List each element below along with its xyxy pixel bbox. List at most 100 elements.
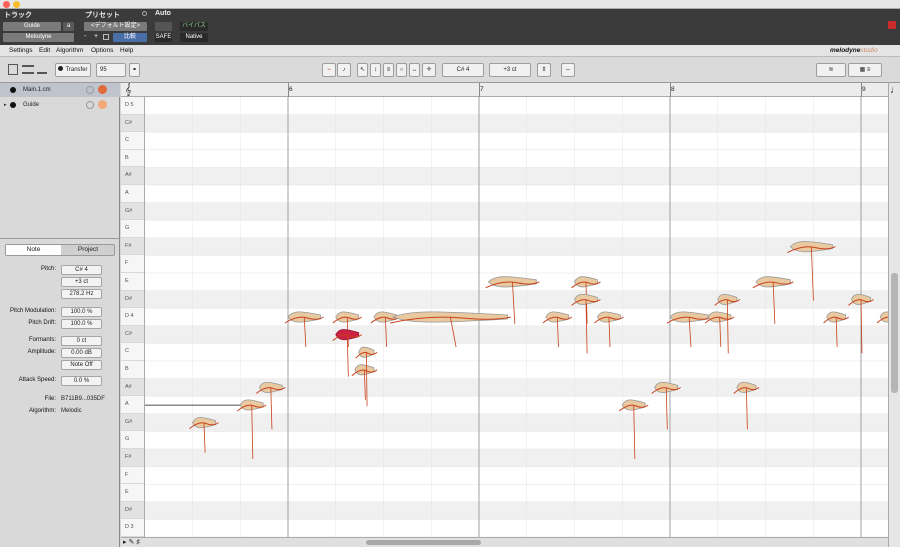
pitch-keyboard[interactable]: D 5 C# C B A# A G# G F# F E D# D 4 C# C B A# A G# G F# F E D# D … <box>121 97 145 537</box>
menu-help[interactable]: Help <box>120 47 133 54</box>
track-row[interactable]: ▸ Guide <box>0 98 120 112</box>
key-label[interactable]: A <box>121 185 144 203</box>
record-icon[interactable] <box>10 102 16 108</box>
bypass-button[interactable]: バイパス <box>180 22 208 31</box>
safe-button[interactable]: SAFE <box>155 33 172 42</box>
bar-number: 9 <box>862 86 866 93</box>
pitch-field[interactable]: C# 4 <box>61 265 102 275</box>
attack-speed-field[interactable]: 0.0 % <box>61 376 102 386</box>
timing-tool-icon[interactable]: ↔ <box>409 63 420 77</box>
key-label[interactable]: D 4 <box>121 308 144 326</box>
plugin-close-icon[interactable] <box>888 21 896 29</box>
key-label[interactable]: G <box>121 431 144 449</box>
key-label[interactable]: E <box>121 273 144 291</box>
key-label[interactable]: D 5 <box>121 97 144 115</box>
key-label[interactable]: C <box>121 343 144 361</box>
link-icon[interactable]: ⚭ <box>129 63 140 77</box>
link-icon[interactable] <box>86 86 94 94</box>
track-selector[interactable]: Guide <box>3 22 61 31</box>
horizontal-scrollbar[interactable]: ▸ ✎ ♯ <box>121 537 888 547</box>
preset-selector[interactable]: <デフォルト設定> <box>84 22 147 31</box>
key-label[interactable]: G# <box>121 413 144 432</box>
pitch-drift-field[interactable]: 100.0 % <box>61 319 102 329</box>
mixer-icon[interactable] <box>22 65 34 74</box>
scroll-thumb[interactable] <box>891 273 898 393</box>
link-icon[interactable] <box>86 101 94 109</box>
native-button[interactable]: Native <box>180 33 208 42</box>
time-grid-icon[interactable]: ⇔ <box>561 63 575 77</box>
note-off-button[interactable]: Note Off <box>61 360 102 370</box>
note-editor[interactable] <box>145 97 890 537</box>
key-label[interactable]: B <box>121 361 144 379</box>
cents-display[interactable]: +3 ct <box>489 63 531 77</box>
auto-button[interactable] <box>155 22 172 31</box>
menu-settings[interactable]: Settings <box>9 47 33 54</box>
key-label[interactable]: E <box>121 484 144 502</box>
layout-toggle-icon[interactable] <box>8 64 18 75</box>
compare-button[interactable]: 比較 <box>113 33 147 42</box>
melodyne-toolbar: Transfer 95 ⚭ ⌁ ♪ ↖ ↕ ≡ ○ ↔ ✛ C# 4 +3 ct… <box>0 57 900 83</box>
key-label[interactable]: F <box>121 255 144 273</box>
minimize-window-button[interactable] <box>13 1 20 8</box>
record-icon[interactable] <box>10 87 16 93</box>
note-tool-icon[interactable]: ♪ <box>337 63 351 77</box>
amplitude-tool-icon[interactable]: ○ <box>396 63 407 77</box>
close-window-button[interactable] <box>3 1 10 8</box>
pitch-display[interactable]: C# 4 <box>442 63 484 77</box>
edit-tools-icon[interactable]: ▸ ✎ ♯ <box>123 538 140 546</box>
key-label[interactable]: B <box>121 149 144 168</box>
tab-project[interactable]: Project <box>61 245 115 255</box>
note-editor-canvas[interactable] <box>145 97 890 537</box>
pitch-grid-icon[interactable]: ⇕ <box>537 63 551 77</box>
key-label[interactable]: D 3 <box>121 519 144 537</box>
key-label[interactable]: A <box>121 396 144 414</box>
view-options[interactable]: ▦ ≡ <box>848 63 882 77</box>
key-label[interactable]: F# <box>121 237 144 256</box>
edit-icon[interactable] <box>98 85 107 94</box>
pitch-tool-icon[interactable]: ⌁ <box>322 63 336 77</box>
menu-options[interactable]: Options <box>91 47 113 54</box>
key-label[interactable]: C# <box>121 325 144 344</box>
key-label[interactable]: A# <box>121 167 144 185</box>
key-label[interactable]: C <box>121 132 144 150</box>
vertical-scrollbar[interactable]: ♩ <box>888 83 900 547</box>
copy-icon[interactable] <box>103 34 109 40</box>
key-label[interactable]: D# <box>121 290 144 309</box>
amplitude-field[interactable]: 0.00 dB <box>61 348 102 358</box>
track-letter-button[interactable]: a <box>63 22 74 31</box>
menu-algorithm[interactable]: Algorithm <box>56 47 83 54</box>
key-label[interactable]: G# <box>121 202 144 221</box>
preset-plus-button[interactable]: + <box>94 33 98 40</box>
formant-tool-icon[interactable]: ≡ <box>383 63 394 77</box>
grid-row-sharp <box>145 237 890 256</box>
transfer-button[interactable]: Transfer <box>55 63 91 77</box>
zoom-slider[interactable]: ≋ <box>816 63 846 77</box>
preset-menu-icon[interactable] <box>142 11 147 16</box>
plugin-selector[interactable]: Melodyne <box>3 33 74 42</box>
meter-icon[interactable] <box>37 65 47 74</box>
menu-edit[interactable]: Edit <box>39 47 50 54</box>
frequency-field[interactable]: 278.2 Hz <box>61 289 102 299</box>
key-label[interactable]: F# <box>121 449 144 467</box>
tempo-field[interactable]: 95 <box>96 63 126 77</box>
scroll-thumb[interactable] <box>366 540 481 545</box>
key-label[interactable]: G <box>121 220 144 238</box>
bar-tick <box>670 83 671 97</box>
separation-tool-icon[interactable]: ✛ <box>422 63 436 77</box>
pointer-tool-icon[interactable]: ↖ <box>357 63 368 77</box>
key-label[interactable]: F <box>121 466 144 485</box>
tab-note[interactable]: Note <box>6 245 61 255</box>
pitch-move-icon[interactable]: ↕ <box>370 63 381 77</box>
cents-field[interactable]: +3 ct <box>61 277 102 287</box>
track-row[interactable]: Main.1.cm <box>0 83 120 97</box>
preset-minus-button[interactable]: - <box>84 33 86 40</box>
formants-field[interactable]: 0 ct <box>61 336 102 346</box>
left-panel: Main.1.cm ▸ Guide Note Project Pitch: C#… <box>0 83 120 547</box>
key-label[interactable]: A# <box>121 378 144 397</box>
pitch-modulation-field[interactable]: 100.0 % <box>61 307 102 317</box>
key-label[interactable]: D# <box>121 501 144 520</box>
edit-icon[interactable] <box>98 100 107 109</box>
expand-icon[interactable]: ▸ <box>4 98 7 112</box>
timeline-ruler[interactable]: 6 7 8 9 <box>145 83 890 97</box>
key-label[interactable]: C# <box>121 114 144 133</box>
